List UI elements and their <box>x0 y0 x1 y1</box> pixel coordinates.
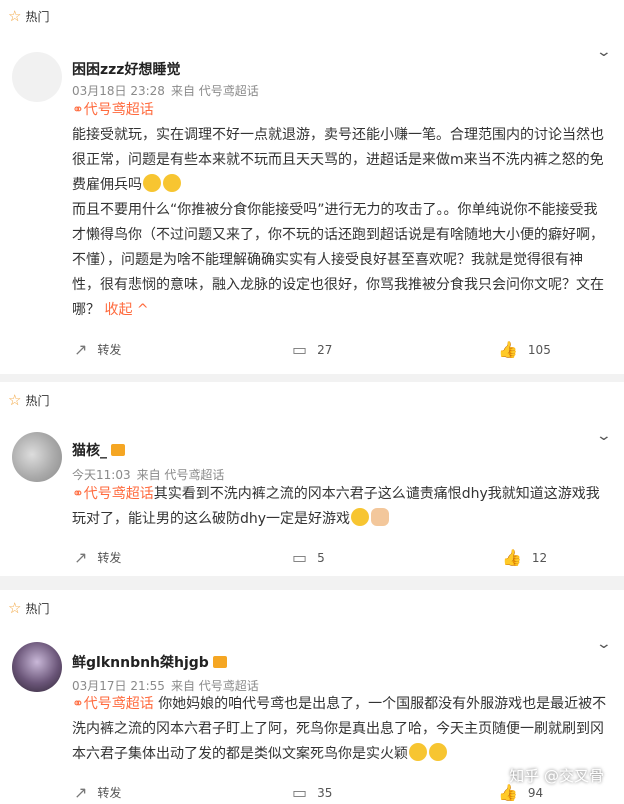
post-meta: 今天11:03 来自 代号鸢超话 <box>72 466 230 483</box>
comment-icon: ▭ <box>292 783 308 802</box>
comment-icon: ▭ <box>292 548 308 567</box>
collapse-link[interactable]: 收起 ^ <box>104 302 148 318</box>
post-date: 03月18日 23:28 <box>72 84 165 98</box>
comment-button[interactable]: ▭ 5 <box>292 548 325 567</box>
post-meta: 03月18日 23:28 来自 代号鸢超话 <box>72 82 265 99</box>
topic-link[interactable]: ⚭代号鸢超话 <box>72 696 154 712</box>
emoji-icon <box>163 174 181 192</box>
share-icon: ↗ <box>74 783 88 802</box>
chevron-down-icon[interactable]: ⌄ <box>596 636 612 652</box>
post-source[interactable]: 来自 代号鸢超话 <box>171 84 259 98</box>
hot-label: ☆ 热门 <box>8 391 50 409</box>
post-text: 而且不要用什么“你推被分食你能接受吗”进行无力的攻击了。。你单纯说你不能接受我才… <box>72 202 604 318</box>
topic-link[interactable]: ⚭代号鸢超话 <box>72 486 154 502</box>
repost-button[interactable]: ↗ 转发 <box>74 548 121 567</box>
vip-crown-icon <box>212 656 227 668</box>
emoji-icon <box>351 508 370 526</box>
thumb-up-icon: 👍 <box>502 548 522 567</box>
repost-button[interactable]: ↗ 转发 <box>74 783 121 802</box>
emoji-icon <box>143 174 161 192</box>
avatar[interactable] <box>12 642 62 692</box>
post-body: ⚭代号鸢超话 能接受就玩，实在调理不好一点就退游，卖号还能小赚一笔。合理范围内的… <box>72 98 608 323</box>
post-source[interactable]: 来自 代号鸢超话 <box>171 679 259 693</box>
post-body: ⚭代号鸢超话其实看到不洗内裤之流的冈本六君子这么谴责痛恨dhy我就知道这游戏我玩… <box>72 482 608 532</box>
comment-icon: ▭ <box>292 340 308 359</box>
username[interactable]: 猫核_ <box>72 440 125 460</box>
post-card: ☆ 热门 ⌄ 困困zzz好想睡觉 03月18日 23:28 来自 代号鸢超话 ⚭代… <box>0 0 624 374</box>
username[interactable]: 鲜glknnbnh桀hjgb <box>72 652 227 672</box>
share-icon: ↗ <box>74 548 88 567</box>
topic-link[interactable]: ⚭代号鸢超话 <box>72 102 154 118</box>
hot-label: ☆ 热门 <box>8 599 50 617</box>
chevron-down-icon[interactable]: ⌄ <box>596 428 612 444</box>
vip-crown-icon <box>111 444 125 456</box>
comment-button[interactable]: ▭ 27 <box>292 340 332 359</box>
post-source[interactable]: 来自 代号鸢超话 <box>137 468 225 482</box>
star-icon: ☆ <box>8 391 22 409</box>
share-icon: ↗ <box>74 340 88 359</box>
thumb-up-icon: 👍 <box>498 340 518 359</box>
emoji-icon <box>429 743 447 761</box>
emoji-icon <box>409 743 427 761</box>
watermark: 知乎 @交叉骨 <box>509 767 604 785</box>
username[interactable]: 困困zzz好想睡觉 <box>72 59 180 79</box>
like-button[interactable]: 👍 12 <box>502 548 547 567</box>
chevron-down-icon[interactable]: ⌄ <box>596 44 612 60</box>
like-button[interactable]: 👍 105 <box>498 340 551 359</box>
comment-button[interactable]: ▭ 35 <box>292 783 332 802</box>
post-card: ☆ 热门 ⌄ 猫核_ 今天11:03 来自 代号鸢超话 ⚭代号鸢超话其实看到不洗内… <box>0 382 624 576</box>
avatar[interactable] <box>12 52 62 102</box>
star-icon: ☆ <box>8 599 22 617</box>
post-date: 今天11:03 <box>72 468 131 482</box>
victory-hand-icon <box>371 508 390 526</box>
post-body: ⚭代号鸢超话 你她妈娘的咱代号鸢也是出息了，一个国服都没有外服游戏也是最近被不洗… <box>72 692 608 767</box>
post-date: 03月17日 21:55 <box>72 679 165 693</box>
avatar[interactable] <box>12 432 62 482</box>
repost-button[interactable]: ↗ 转发 <box>74 340 121 359</box>
star-icon: ☆ <box>8 7 22 25</box>
hot-label: ☆ 热门 <box>8 7 50 25</box>
